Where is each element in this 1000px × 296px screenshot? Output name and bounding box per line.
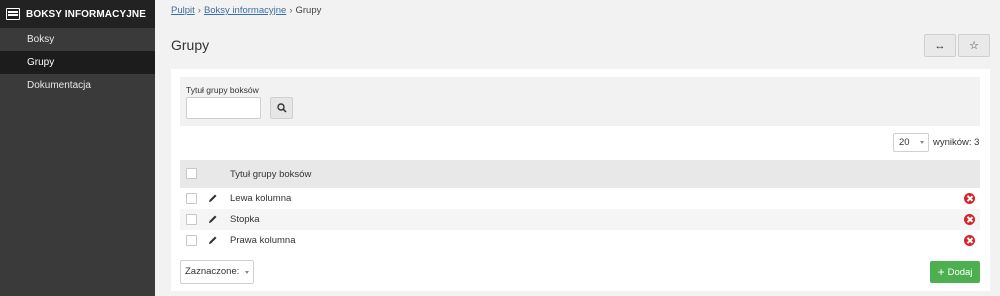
row-title: Stopka: [230, 214, 260, 225]
delete-icon[interactable]: [964, 235, 975, 246]
sidebar: BOKSY INFORMACYJNE Boksy Grupy Dokumenta…: [0, 0, 155, 296]
star-icon: ☆: [969, 40, 979, 52]
content-card: Tytuł grupy boksów 20 wyników: 3 Tytuł g…: [171, 69, 990, 291]
sidebar-item-grupy[interactable]: Grupy: [0, 51, 155, 74]
edit-pencil-icon[interactable]: [208, 235, 218, 245]
favorite-button[interactable]: ☆: [958, 34, 990, 57]
row-checkbox[interactable]: [186, 214, 197, 225]
delete-icon[interactable]: [964, 214, 975, 225]
delete-icon[interactable]: [964, 193, 975, 204]
table-row: Prawa kolumna: [180, 230, 980, 251]
filter-title-input[interactable]: [186, 97, 261, 119]
search-icon: [276, 103, 287, 113]
expand-arrows-icon: ↔: [934, 39, 946, 52]
chevron-down-icon: [920, 141, 924, 144]
sidebar-title: BOKSY INFORMACYJNE: [26, 8, 146, 20]
row-title: Lewa kolumna: [230, 193, 292, 204]
filter-panel: Tytuł grupy boksów: [180, 77, 980, 126]
add-button-label: Dodaj: [947, 266, 973, 278]
breadcrumb-link-pulpit[interactable]: Pulpit: [171, 5, 195, 16]
edit-pencil-icon[interactable]: [208, 214, 218, 224]
breadcrumb-separator: ›: [197, 5, 201, 16]
select-all-checkbox[interactable]: [186, 168, 197, 179]
breadcrumb-current: Grupy: [295, 5, 322, 16]
main-content: Pulpit › Boksy informacyjne › Grupy Grupy ↔ …: [155, 0, 1000, 296]
add-button[interactable]: + Dodaj: [930, 261, 980, 283]
per-page-select[interactable]: 20: [893, 133, 929, 152]
expand-button[interactable]: ↔: [924, 34, 956, 57]
row-checkbox[interactable]: [186, 235, 197, 246]
plus-icon: +: [937, 265, 945, 279]
breadcrumb: Pulpit › Boksy informacyjne › Grupy: [171, 5, 321, 16]
row-checkbox[interactable]: [186, 193, 197, 204]
row-title: Prawa kolumna: [230, 235, 296, 246]
menu-box-icon: [6, 8, 20, 20]
chevron-down-icon: [245, 271, 249, 274]
filter-label: Tytuł grupy boksów: [186, 85, 259, 95]
breadcrumb-separator: ›: [289, 5, 293, 16]
results-count: wyników: 3: [933, 137, 980, 148]
bulk-action-select[interactable]: Zaznaczone:: [180, 260, 254, 284]
table-row: Stopka: [180, 209, 980, 230]
page-title: Grupy: [171, 37, 210, 53]
edit-pencil-icon[interactable]: [208, 193, 218, 203]
column-header-title[interactable]: Tytuł grupy boksów: [230, 169, 311, 180]
bulk-action-label: Zaznaczone:: [185, 266, 240, 277]
sidebar-item-boksy[interactable]: Boksy: [0, 28, 155, 51]
sidebar-header[interactable]: BOKSY INFORMACYJNE: [0, 0, 155, 28]
sidebar-item-dokumentacja[interactable]: Dokumentacja: [0, 74, 155, 97]
table-header: Tytuł grupy boksów: [180, 160, 980, 188]
table-row: Lewa kolumna: [180, 188, 980, 209]
breadcrumb-link-boksy[interactable]: Boksy informacyjne: [204, 5, 286, 16]
search-button[interactable]: [270, 97, 293, 119]
per-page-value: 20: [899, 137, 910, 148]
